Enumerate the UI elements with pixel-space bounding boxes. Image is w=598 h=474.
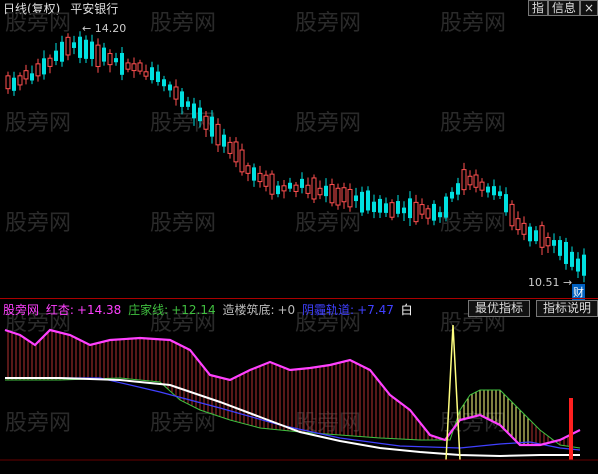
indicator-chart[interactable]	[0, 0, 598, 474]
signal-bar	[569, 398, 573, 460]
